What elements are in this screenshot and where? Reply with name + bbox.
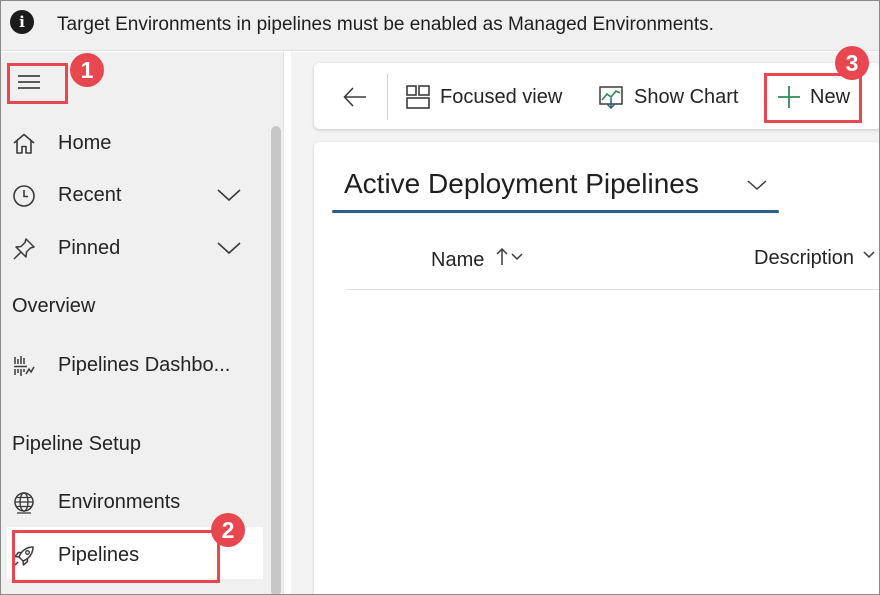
toolbar-divider <box>387 74 388 120</box>
hamburger-bar <box>18 81 40 83</box>
chevron-down-icon[interactable] <box>216 238 242 258</box>
chart-icon <box>599 86 623 110</box>
sidebar-item-label: Recent <box>58 184 122 206</box>
view-selector[interactable]: Active Deployment Pipelines <box>344 168 699 200</box>
sidebar-item-label: Home <box>58 132 112 154</box>
sidebar-item-recent[interactable]: Recent <box>11 175 261 215</box>
sidebar-section-overview: Overview <box>12 295 96 317</box>
view-selector-underline <box>332 210 779 213</box>
hamburger-bar <box>18 87 40 89</box>
sidebar-item-pipelines-dashboard[interactable]: Pipelines Dashbo... <box>11 345 261 385</box>
sidebar-section-pipeline-setup: Pipeline Setup <box>12 433 141 455</box>
column-header-name[interactable]: Name <box>431 247 524 272</box>
chevron-down-icon[interactable] <box>746 177 768 193</box>
callout-badge: 3 <box>835 46 869 80</box>
chevron-down-icon <box>511 253 523 261</box>
home-icon <box>13 133 35 154</box>
info-banner-message: Target Environments in pipelines must be… <box>57 14 714 35</box>
hamburger-menu-button[interactable] <box>7 63 68 104</box>
chevron-down-icon <box>863 251 875 259</box>
hamburger-bar <box>18 75 40 77</box>
dashboard-icon <box>14 356 35 376</box>
focused-view-label: Focused view <box>440 86 563 108</box>
focused-view-button[interactable]: Focused view <box>405 84 570 112</box>
new-highlight-box <box>764 73 862 123</box>
arrow-left-icon[interactable] <box>341 84 369 110</box>
sort-ascending-icon <box>496 247 508 265</box>
app-window: i Target Environments in pipelines must … <box>0 0 880 595</box>
chevron-down-icon[interactable] <box>216 185 242 205</box>
sidebar-item-label: Pipelines Dashbo... <box>58 354 231 376</box>
sidebar-scrollbar[interactable] <box>271 126 281 594</box>
clock-icon <box>13 185 35 207</box>
info-banner: i Target Environments in pipelines must … <box>1 1 879 51</box>
show-chart-label: Show Chart <box>634 86 739 108</box>
sidebar-item-label: Pinned <box>58 237 121 259</box>
column-header-label: Name <box>431 249 485 271</box>
pipelines-highlight-box <box>12 530 220 583</box>
info-icon: i <box>10 10 34 34</box>
sidebar-item-home[interactable]: Home <box>11 123 261 163</box>
grid-header-divider <box>346 289 879 290</box>
globe-icon <box>14 492 34 514</box>
pin-icon <box>13 238 35 260</box>
callout-badge: 1 <box>70 53 104 87</box>
column-header-label: Description <box>754 247 855 269</box>
show-chart-button[interactable]: Show Chart <box>598 84 748 112</box>
sidebar-item-label: Environments <box>58 491 181 513</box>
column-header-description[interactable]: Description <box>754 247 876 270</box>
callout-badge: 2 <box>211 513 245 547</box>
focused-view-icon <box>406 85 430 109</box>
sidebar-item-pinned[interactable]: Pinned <box>11 228 261 268</box>
